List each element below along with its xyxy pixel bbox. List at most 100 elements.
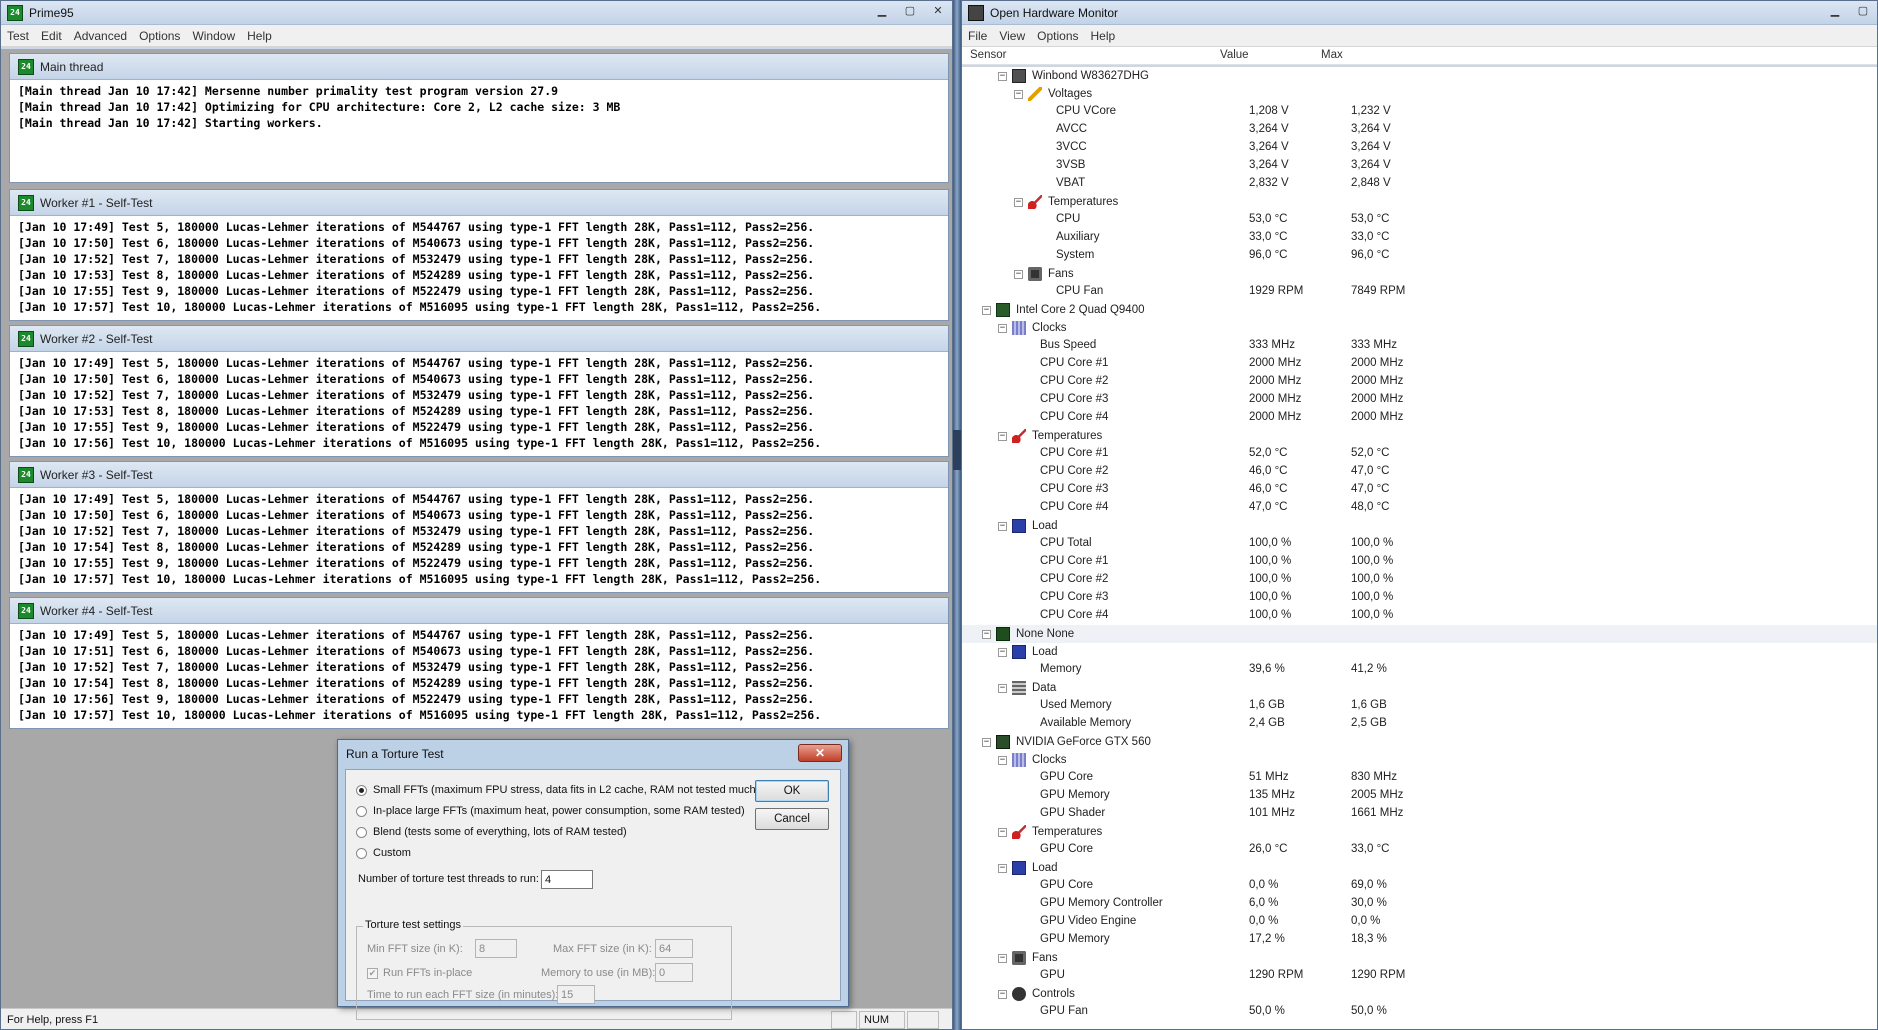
tree-node[interactable]: − Intel Core 2 Quad Q9400 (962, 301, 1877, 319)
sensor-row[interactable]: GPU Memory 135 MHz 2005 MHz (962, 787, 1877, 805)
collapse-icon[interactable]: − (982, 737, 991, 747)
sensor-row[interactable]: CPU Core #1 52,0 °C 52,0 °C (962, 445, 1877, 463)
divider-thumb[interactable] (953, 430, 961, 470)
menu-edit[interactable]: Edit (35, 29, 68, 43)
time-input[interactable]: 15 (557, 985, 595, 1004)
sensor-row[interactable]: GPU Core 51 MHz 830 MHz (962, 769, 1877, 787)
sensor-row[interactable]: CPU Core #1 2000 MHz 2000 MHz (962, 355, 1877, 373)
sensor-row[interactable]: 3VCC 3,264 V 3,264 V (962, 139, 1877, 157)
collapse-icon[interactable]: − (982, 305, 991, 315)
ok-button[interactable]: OK (755, 780, 829, 802)
tree-node[interactable]: − Load (962, 643, 1877, 661)
tree-node[interactable]: − None None (962, 625, 1877, 643)
min-fft-input[interactable]: 8 (475, 939, 517, 958)
sensor-row[interactable]: GPU Core 0,0 % 69,0 % (962, 877, 1877, 895)
menu-help[interactable]: Help (241, 29, 278, 43)
sensor-row[interactable]: GPU Video Engine 0,0 % 0,0 % (962, 913, 1877, 931)
tree-node[interactable]: − Fans (962, 949, 1877, 967)
sensor-row[interactable]: GPU Core 26,0 °C 33,0 °C (962, 841, 1877, 859)
collapse-icon[interactable]: − (982, 629, 991, 639)
tree-node[interactable]: − Temperatures (962, 823, 1877, 841)
sensor-row[interactable]: GPU 1290 RPM 1290 RPM (962, 967, 1877, 985)
worker-2-titlebar[interactable]: 24 Worker #2 - Self-Test (10, 326, 948, 352)
tree-node[interactable]: − Fans (962, 265, 1877, 283)
worker-1-pane[interactable]: 24 Worker #1 - Self-Test [Jan 10 17:49] … (9, 189, 949, 321)
sensor-row[interactable]: CPU VCore 1,208 V 1,232 V (962, 103, 1877, 121)
tree-node[interactable]: − Winbond W83627DHG (962, 67, 1877, 85)
tree-node[interactable]: − Clocks (962, 751, 1877, 769)
sensor-row[interactable]: Memory 39,6 % 41,2 % (962, 661, 1877, 679)
collapse-icon[interactable]: − (998, 863, 1007, 873)
close-button[interactable]: ✕ (924, 2, 952, 18)
sensor-row[interactable]: 3VSB 3,264 V 3,264 V (962, 157, 1877, 175)
dialog-close-button[interactable]: ✕ (798, 744, 842, 762)
sensor-row[interactable]: GPU Memory 17,2 % 18,3 % (962, 931, 1877, 949)
column-max[interactable]: Max (1321, 49, 1343, 61)
sensor-row[interactable]: AVCC 3,264 V 3,264 V (962, 121, 1877, 139)
memory-input[interactable]: 0 (655, 963, 693, 982)
sensor-row[interactable]: CPU Core #1 100,0 % 100,0 % (962, 553, 1877, 571)
collapse-icon[interactable]: − (998, 755, 1007, 765)
tree-node[interactable]: − Clocks (962, 319, 1877, 337)
radio-small-ffts[interactable]: Small FFTs (maximum FPU stress, data fit… (356, 784, 759, 796)
tree-node[interactable]: − Controls (962, 985, 1877, 1003)
sensor-row[interactable]: CPU Core #4 47,0 °C 48,0 °C (962, 499, 1877, 517)
tree-node[interactable]: − Temperatures (962, 193, 1877, 211)
sensor-row[interactable]: Bus Speed 333 MHz 333 MHz (962, 337, 1877, 355)
radio-inplace-large-ffts[interactable]: In-place large FFTs (maximum heat, power… (356, 805, 745, 817)
menu-test[interactable]: Test (1, 29, 35, 43)
column-sensor[interactable]: Sensor (970, 49, 1006, 61)
sensor-row[interactable]: GPU Memory Controller 6,0 % 30,0 % (962, 895, 1877, 913)
collapse-icon[interactable]: − (998, 647, 1007, 657)
menu-options[interactable]: Options (133, 29, 186, 43)
threads-input[interactable]: 4 (541, 870, 593, 889)
worker-3-titlebar[interactable]: 24 Worker #3 - Self-Test (10, 462, 948, 488)
sensor-row[interactable]: Available Memory 2,4 GB 2,5 GB (962, 715, 1877, 733)
sensor-row[interactable]: VBAT 2,832 V 2,848 V (962, 175, 1877, 193)
sensor-row[interactable]: CPU Core #3 2000 MHz 2000 MHz (962, 391, 1877, 409)
tree-node[interactable]: − Load (962, 859, 1877, 877)
sensor-row[interactable]: CPU Core #3 46,0 °C 47,0 °C (962, 481, 1877, 499)
menu-view[interactable]: View (993, 29, 1031, 43)
max-fft-input[interactable]: 64 (655, 939, 693, 958)
radio-custom[interactable]: Custom (356, 847, 411, 859)
sensor-row[interactable]: CPU Core #4 2000 MHz 2000 MHz (962, 409, 1877, 427)
menu-help[interactable]: Help (1085, 29, 1122, 43)
prime95-titlebar[interactable]: 24 Prime95 ▁ ▢ ✕ (1, 1, 952, 25)
dialog-titlebar[interactable]: Run a Torture Test (338, 740, 848, 768)
sensor-row[interactable]: GPU Shader 101 MHz 1661 MHz (962, 805, 1877, 823)
cancel-button[interactable]: Cancel (755, 808, 829, 830)
sensor-row[interactable]: CPU 53,0 °C 53,0 °C (962, 211, 1877, 229)
collapse-icon[interactable]: − (1014, 269, 1023, 279)
menu-advanced[interactable]: Advanced (68, 29, 133, 43)
column-value[interactable]: Value (1220, 49, 1249, 61)
main-thread-pane[interactable]: 24 Main thread [Main thread Jan 10 17:42… (9, 53, 949, 183)
sensor-row[interactable]: CPU Fan 1929 RPM 7849 RPM (962, 283, 1877, 301)
sensor-row[interactable]: CPU Core #4 100,0 % 100,0 % (962, 607, 1877, 625)
menu-window[interactable]: Window (186, 29, 241, 43)
tree-node[interactable]: − Temperatures (962, 427, 1877, 445)
worker-4-titlebar[interactable]: 24 Worker #4 - Self-Test (10, 598, 948, 624)
collapse-icon[interactable]: − (998, 827, 1007, 837)
tree-node[interactable]: − Load (962, 517, 1877, 535)
sensor-row[interactable]: CPU Core #2 46,0 °C 47,0 °C (962, 463, 1877, 481)
main-thread-titlebar[interactable]: 24 Main thread (10, 54, 948, 80)
collapse-icon[interactable]: − (998, 521, 1007, 531)
radio-blend[interactable]: Blend (tests some of everything, lots of… (356, 826, 627, 838)
collapse-icon[interactable]: − (998, 431, 1007, 441)
collapse-icon[interactable]: − (998, 683, 1007, 693)
sensor-row[interactable]: CPU Total 100,0 % 100,0 % (962, 535, 1877, 553)
collapse-icon[interactable]: − (1014, 197, 1023, 207)
tree-node[interactable]: − NVIDIA GeForce GTX 560 (962, 733, 1877, 751)
collapse-icon[interactable]: − (1014, 89, 1023, 99)
sensor-row[interactable]: System 96,0 °C 96,0 °C (962, 247, 1877, 265)
sensor-row[interactable]: Auxiliary 33,0 °C 33,0 °C (962, 229, 1877, 247)
minimize-button[interactable]: ▁ (1821, 2, 1849, 18)
collapse-icon[interactable]: − (998, 989, 1007, 999)
sensor-row[interactable]: CPU Core #2 2000 MHz 2000 MHz (962, 373, 1877, 391)
worker-2-pane[interactable]: 24 Worker #2 - Self-Test [Jan 10 17:49] … (9, 325, 949, 457)
maximize-button[interactable]: ▢ (1849, 2, 1877, 18)
collapse-icon[interactable]: − (998, 323, 1007, 333)
ohm-titlebar[interactable]: Open Hardware Monitor ▁ ▢ (962, 1, 1877, 25)
sensor-row[interactable]: GPU Fan 50,0 % 50,0 % (962, 1003, 1877, 1021)
